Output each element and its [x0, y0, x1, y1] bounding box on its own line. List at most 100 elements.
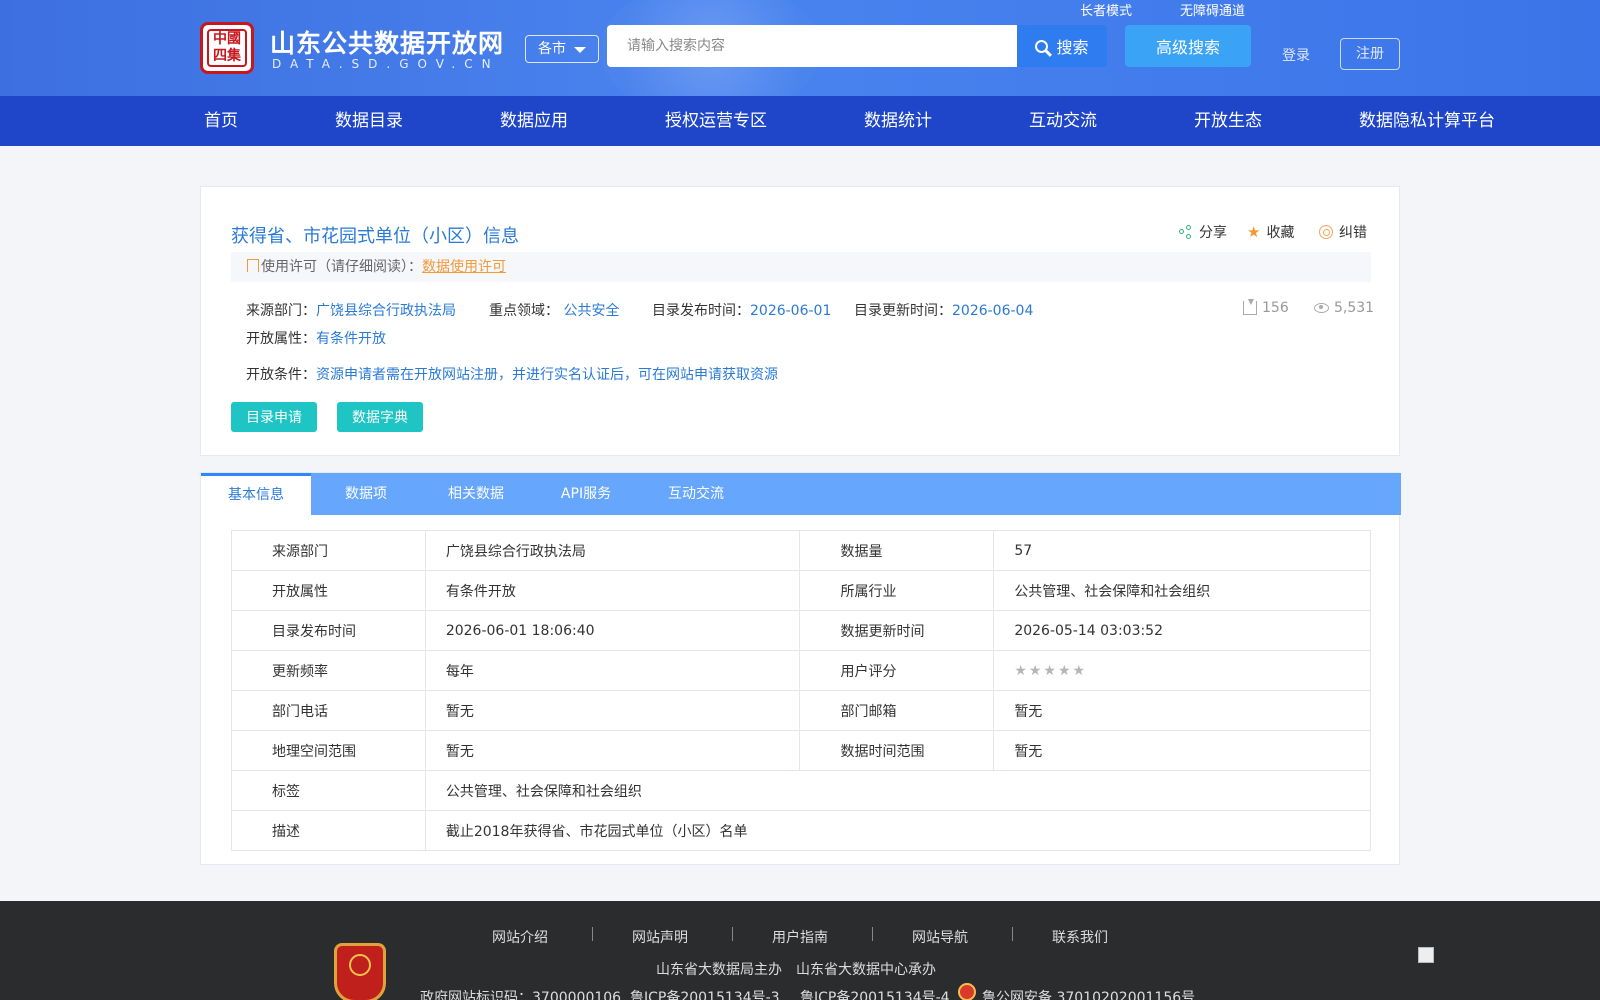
key-domain-label: 重点领域： [489, 303, 559, 319]
search-button-label: 搜索 [1056, 38, 1089, 57]
update-time-value: 2026-06-04 [952, 303, 1034, 319]
tab-api-service[interactable]: API服务 [531, 473, 641, 515]
open-attribute-value: 有条件开放 [316, 331, 386, 347]
nav-authorized-ops[interactable]: 授权运营专区 [665, 96, 767, 146]
data-dictionary-button[interactable]: 数据字典 [337, 402, 423, 432]
table-label: 描述 [231, 810, 426, 851]
accessibility-link[interactable]: 无障碍通道 [1180, 0, 1245, 19]
open-condition-label: 开放条件： [246, 367, 316, 383]
view-count: 5,531 [1314, 300, 1374, 316]
open-attribute: 开放属性：有条件开放 [246, 328, 386, 348]
tab-basic-info[interactable]: 基本信息 [201, 473, 311, 515]
icp-record-2[interactable]: 鲁ICP备20015134号-4 [800, 987, 950, 1000]
table-row: 部门电话 暂无 部门邮箱 暂无 [231, 690, 1371, 731]
bookmark-icon [247, 259, 259, 272]
nav-data-catalog[interactable]: 数据目录 [335, 96, 403, 146]
search-button[interactable]: 搜索 [1017, 25, 1107, 67]
city-select[interactable]: 各市 [525, 35, 599, 63]
site-title[interactable]: 山东公共数据开放网 [270, 24, 504, 60]
table-label: 数据更新时间 [799, 610, 995, 651]
dataset-summary-card: 获得省、市花园式单位（小区）信息 分享 ★ 收藏 纠错 使用许可（请仔细阅读）：… [200, 186, 1400, 456]
elder-mode-link[interactable]: 长者模式 [1080, 0, 1132, 19]
eye-icon [1314, 303, 1329, 313]
search-input[interactable] [607, 25, 1017, 67]
detail-tabs: 基本信息 数据项 相关数据 API服务 互动交流 [201, 473, 1401, 515]
site-footer: 网站介绍 网站声明 用户指南 网站导航 联系我们 山东省大数据局主办 山东省大数… [0, 901, 1600, 1000]
footer-link-statement[interactable]: 网站声明 [632, 927, 688, 947]
footer-link-contact[interactable]: 联系我们 [1052, 927, 1108, 947]
footer-link-guide[interactable]: 用户指南 [772, 927, 828, 947]
register-button[interactable]: 注册 [1340, 38, 1400, 70]
footer-divider [732, 927, 733, 941]
publish-time-value: 2026-06-01 [750, 303, 832, 319]
table-value: 57 [993, 530, 1371, 571]
table-label: 数据量 [799, 530, 995, 571]
advanced-search-button[interactable]: 高级搜索 [1125, 25, 1251, 67]
table-label: 部门电话 [231, 690, 426, 731]
key-domain-value[interactable]: 公共安全 [563, 303, 619, 319]
source-dept-value[interactable]: 广饶县综合行政执法局 [316, 303, 456, 319]
table-label: 标签 [231, 770, 426, 811]
police-record[interactable]: 鲁公网安备 37010202001156号 [982, 987, 1195, 1000]
nav-interaction[interactable]: 互动交流 [1029, 96, 1097, 146]
broken-image-icon [1418, 947, 1434, 963]
correct-action[interactable]: 纠错 [1319, 222, 1367, 242]
error-report-icon [1319, 225, 1333, 239]
table-value: 暂无 [993, 690, 1371, 731]
footer-link-sitemap[interactable]: 网站导航 [912, 927, 968, 947]
table-value: 暂无 [424, 730, 801, 771]
basic-info-table: 来源部门 广饶县综合行政执法局 数据量 57 开放属性 有条件开放 所属行业 公… [231, 530, 1372, 851]
table-label: 来源部门 [231, 530, 426, 571]
seal-text: 中國四集 [207, 29, 247, 67]
footer-link-about[interactable]: 网站介绍 [492, 927, 548, 947]
site-domain: DATA.SD.GOV.CN [272, 57, 500, 71]
user-rating[interactable]: ★★★★★ [993, 650, 1371, 691]
table-label: 更新频率 [231, 650, 426, 691]
nav-data-apps[interactable]: 数据应用 [500, 96, 568, 146]
tab-related-data[interactable]: 相关数据 [421, 473, 531, 515]
share-label: 分享 [1199, 225, 1227, 241]
table-value: 每年 [424, 650, 801, 691]
icp-record-1[interactable]: 鲁ICP备20015134号-3 [630, 987, 780, 1000]
footer-divider [592, 927, 593, 941]
share-icon [1179, 225, 1193, 239]
table-value: 有条件开放 [424, 570, 801, 611]
favorite-action[interactable]: ★ 收藏 [1247, 222, 1294, 242]
footer-divider [1012, 927, 1013, 941]
table-row: 开放属性 有条件开放 所属行业 公共管理、社会保障和社会组织 [231, 570, 1371, 611]
nav-privacy-computing[interactable]: 数据隐私计算平台 [1359, 96, 1495, 146]
tab-interaction[interactable]: 互动交流 [641, 473, 751, 515]
nav-data-stats[interactable]: 数据统计 [864, 96, 932, 146]
dataset-detail-card: 基本信息 数据项 相关数据 API服务 互动交流 来源部门 广饶县综合行政执法局… [200, 472, 1401, 865]
update-time: 目录更新时间：2026-06-04 [854, 300, 1033, 320]
nav-open-ecosystem[interactable]: 开放生态 [1194, 96, 1262, 146]
search-icon [1035, 39, 1049, 53]
emblem-icon [349, 954, 371, 976]
table-label: 地理空间范围 [231, 730, 426, 771]
publish-time: 目录发布时间：2026-06-01 [652, 300, 831, 320]
correct-label: 纠错 [1339, 225, 1367, 241]
table-value: 公共管理、社会保障和社会组织 [993, 570, 1371, 611]
download-count: 156 [1243, 299, 1289, 316]
source-dept-label: 来源部门： [246, 303, 316, 319]
tab-data-items[interactable]: 数据项 [311, 473, 421, 515]
share-action[interactable]: 分享 [1179, 222, 1227, 242]
city-select-label: 各市 [538, 41, 566, 57]
gov-site-id: 政府网站标识码：3700000106 [420, 990, 622, 1000]
table-label: 目录发布时间 [231, 610, 426, 651]
site-logo-seal[interactable]: 中國四集 [200, 22, 254, 74]
table-label: 开放属性 [231, 570, 426, 611]
table-row: 目录发布时间 2026-06-01 18:06:40 数据更新时间 2026-0… [231, 610, 1371, 651]
favorite-label: 收藏 [1266, 225, 1295, 241]
nav-home[interactable]: 首页 [204, 96, 238, 146]
source-dept: 来源部门：广饶县综合行政执法局 [246, 300, 456, 320]
rating-stars-icon[interactable]: ★★★★★ [1014, 663, 1087, 679]
login-link[interactable]: 登录 [1282, 45, 1310, 65]
license-link[interactable]: 数据使用许可 [422, 259, 506, 275]
catalog-apply-button[interactable]: 目录申请 [231, 402, 317, 432]
table-row: 地理空间范围 暂无 数据时间范围 暂无 [231, 730, 1371, 771]
star-icon: ★ [1247, 223, 1261, 241]
party-gov-badge-icon[interactable] [334, 943, 386, 1000]
open-condition-value: 资源申请者需在开放网站注册，并进行实名认证后，可在网站申请获取资源 [316, 367, 778, 383]
footer-organizer: 山东省大数据局主办 山东省大数据中心承办 [656, 962, 936, 978]
